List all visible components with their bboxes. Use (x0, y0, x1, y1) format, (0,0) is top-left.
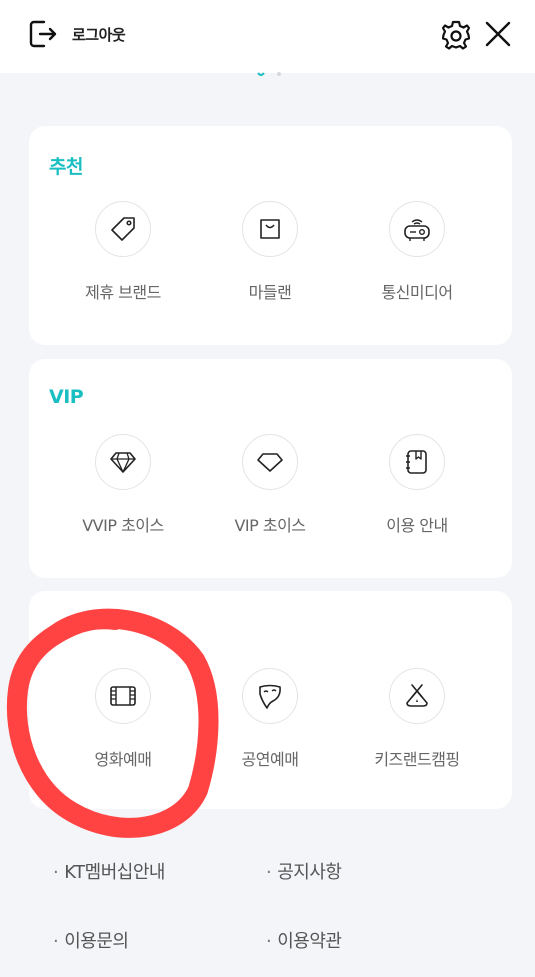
gem-icon (257, 453, 283, 472)
link-inquiry[interactable]: · 이용문의 (53, 927, 129, 953)
close-icon[interactable] (484, 20, 512, 48)
menu-item-madeullaen[interactable]: 마들랜 (190, 201, 350, 303)
notebook-icon (406, 450, 427, 474)
menu-item-telecom-media[interactable]: 통신미디어 (337, 201, 497, 303)
section-title: 추천 (49, 156, 83, 178)
tent-icon (406, 684, 428, 707)
logout-icon (29, 20, 57, 48)
menu-item-label: 통신미디어 (381, 283, 453, 302)
scroll-hint-dots (257, 72, 281, 76)
menu-item-label: 이용 안내 (386, 516, 448, 535)
menu-item-label: 마들랜 (248, 283, 292, 302)
icon-circle (389, 668, 445, 724)
icon-circle (95, 434, 151, 490)
section-card-booking: 영화예매 공연예매 키즈랜드캠핑 (29, 591, 512, 809)
section-card-vip: VIP VVIP 초이스 VIP 초이스 이용 안내 (29, 359, 512, 578)
link-label: KT멤버십안내 (64, 862, 165, 883)
icon-circle (242, 668, 298, 724)
menu-item-vvip-choice[interactable]: VVIP 초이스 (43, 434, 203, 536)
menu-item-label: VVIP 초이스 (82, 516, 164, 535)
router-icon (404, 219, 430, 241)
link-notice[interactable]: · 공지사항 (266, 858, 342, 884)
icon-circle (389, 434, 445, 490)
theater-mask-icon (259, 684, 281, 709)
diamond-icon (110, 452, 136, 473)
menu-item-label: 공연예매 (241, 750, 299, 769)
icon-circle (95, 201, 151, 257)
shopping-bag-icon (260, 219, 280, 239)
menu-item-label: 키즈랜드캠핑 (374, 750, 460, 769)
menu-item-label: VIP 초이스 (234, 516, 306, 535)
link-label: 이용약관 (277, 931, 342, 952)
link-label: 이용문의 (64, 931, 129, 952)
menu-item-label: 영화예매 (94, 750, 152, 769)
bullet: · (266, 862, 272, 883)
menu-item-kidsland-camping[interactable]: 키즈랜드캠핑 (337, 668, 497, 770)
logout-label: 로그아웃 (72, 25, 126, 44)
menu-item-label: 제휴 브랜드 (85, 283, 161, 302)
menu-item-usage-guide[interactable]: 이용 안내 (337, 434, 497, 536)
icon-circle (242, 434, 298, 490)
menu-item-show-booking[interactable]: 공연예매 (190, 668, 350, 770)
icon-circle (389, 201, 445, 257)
link-kt-membership-guide[interactable]: · KT멤버십안내 (53, 858, 165, 884)
menu-item-partner-brand[interactable]: 제휴 브랜드 (43, 201, 203, 303)
link-terms[interactable]: · 이용약관 (266, 927, 342, 953)
bullet: · (53, 931, 59, 952)
section-title: VIP (49, 386, 84, 408)
icon-circle (242, 201, 298, 257)
film-icon (110, 686, 136, 706)
tag-icon (111, 217, 135, 241)
bullet: · (266, 931, 272, 952)
section-card-recommend: 추천 제휴 브랜드 마들랜 통신미디어 (29, 126, 512, 345)
gear-icon[interactable] (440, 19, 472, 51)
top-header: 로그아웃 (0, 0, 535, 73)
logout-button[interactable]: 로그아웃 (28, 19, 126, 49)
menu-item-movie-booking[interactable]: 영화예매 (43, 668, 203, 770)
link-label: 공지사항 (277, 862, 342, 883)
icon-circle (95, 668, 151, 724)
menu-item-vip-choice[interactable]: VIP 초이스 (190, 434, 350, 536)
bullet: · (53, 862, 59, 883)
